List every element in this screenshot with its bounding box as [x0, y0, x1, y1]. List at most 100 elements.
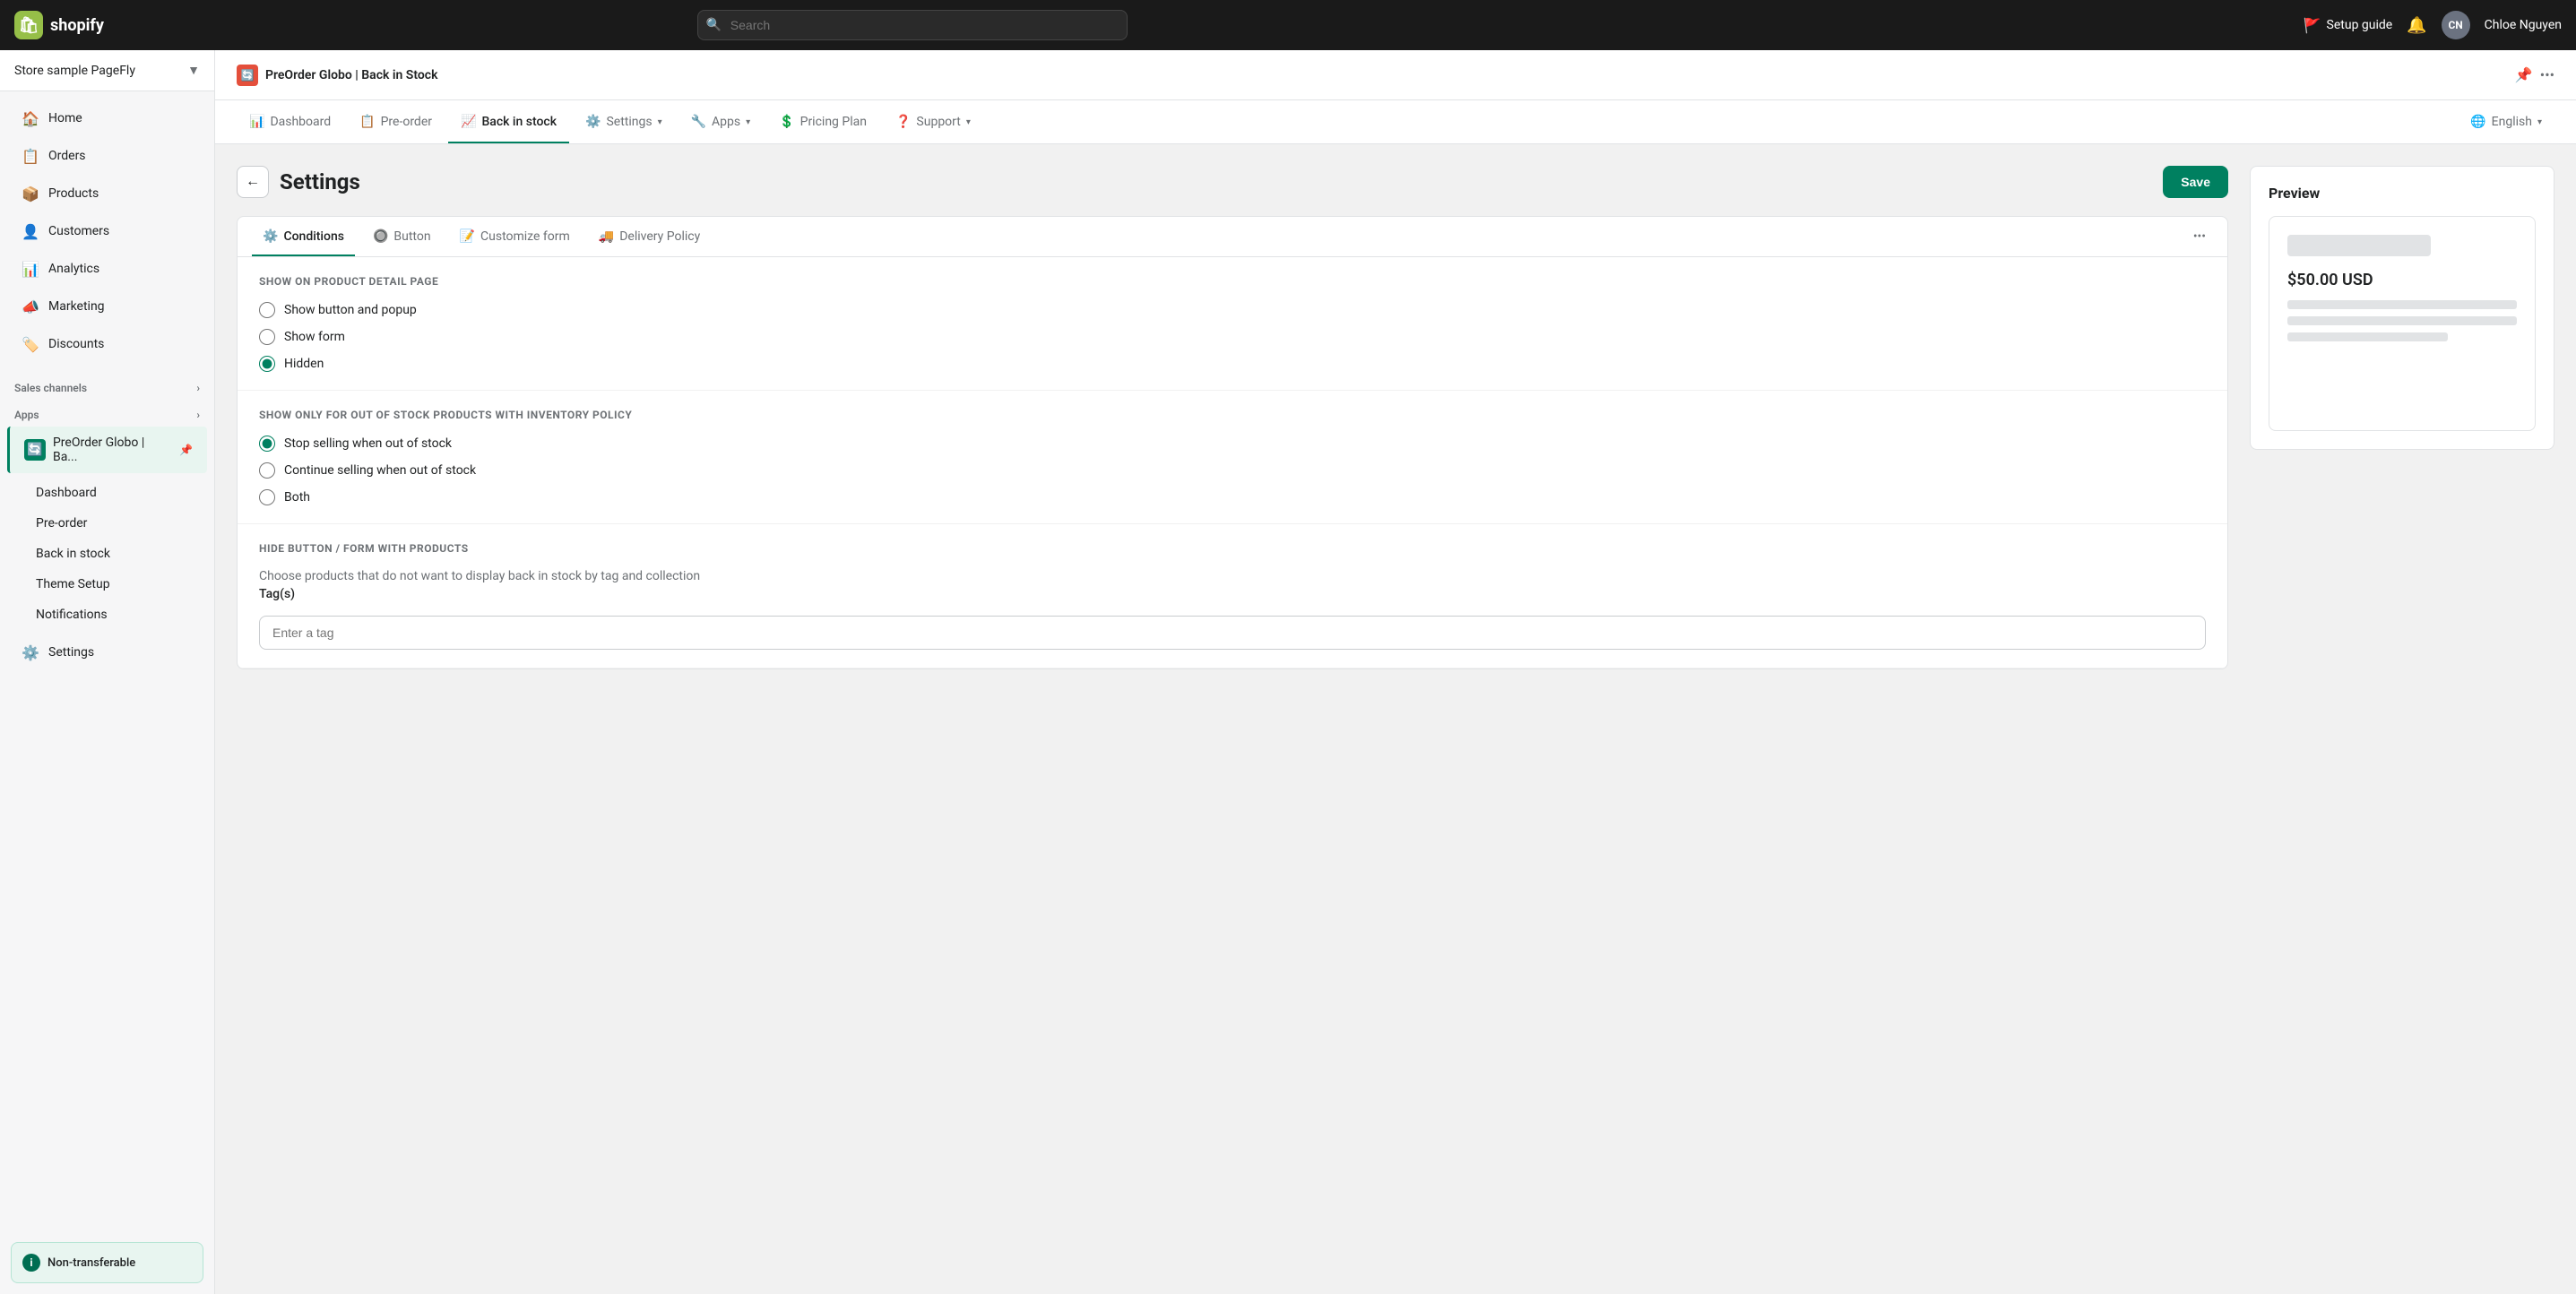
tab-settings-label: Settings [606, 115, 652, 129]
shopify-logo[interactable]: 🛍 shopify [14, 11, 104, 39]
flag-icon: 🚩 [2304, 17, 2321, 34]
home-icon: 🏠 [22, 109, 39, 127]
settings-card-tabs: ⚙️ Conditions 🔘 Button 📝 Customize form [238, 217, 2227, 257]
support-tab-icon: ❓ [895, 115, 911, 129]
non-transferable-text: Non-transferable [48, 1256, 135, 1270]
button-tab-label: Button [393, 229, 430, 244]
back-button[interactable]: ← [237, 166, 269, 198]
sidebar-item-marketing[interactable]: 📣 Marketing [7, 289, 207, 324]
orders-icon: 📋 [22, 147, 39, 165]
preorder-tab-icon: 📋 [359, 115, 375, 129]
radio-hidden[interactable]: Hidden [259, 356, 2206, 372]
radio-show-form[interactable]: Show form [259, 329, 2206, 345]
card-tab-customize-form[interactable]: 📝 Customize form [449, 217, 581, 256]
preview-price: $50.00 USD [2287, 271, 2517, 289]
apps-tab-icon: 🔧 [691, 115, 706, 129]
app-title: PreOrder Globo | Back in Stock [265, 68, 438, 82]
sidebar-item-analytics[interactable]: 📊 Analytics [7, 251, 207, 287]
preview-product-box: $50.00 USD [2269, 216, 2536, 431]
hide-button-section: HIDE BUTTON / FORM WITH PRODUCTS Choose … [238, 524, 2227, 669]
sidebar-item-discounts[interactable]: 🏷️ Discounts [7, 326, 207, 362]
support-dropdown-icon: ▾ [966, 117, 971, 127]
setup-guide-button[interactable]: 🚩 Setup guide [2304, 17, 2393, 34]
notifications-button[interactable]: 🔔 [2407, 16, 2426, 35]
app-header-left: 🔄 PreOrder Globo | Back in Stock [237, 65, 438, 86]
radio-show-button-popup[interactable]: Show button and popup [259, 302, 2206, 318]
radio-stop-selling-label: Stop selling when out of stock [284, 436, 452, 451]
radio-both[interactable]: Both [259, 489, 2206, 505]
analytics-icon: 📊 [22, 260, 39, 278]
english-dropdown-icon: ▾ [2537, 117, 2542, 127]
preview-panel: Preview $50.00 USD [2250, 166, 2554, 1272]
search-input[interactable] [697, 10, 1128, 40]
sidebar-item-label: Orders [48, 149, 86, 163]
preorder-globo-icon: 🔄 [24, 439, 46, 461]
sidebar-item-label: Products [48, 186, 99, 201]
sales-channels-label[interactable]: Sales channels › [0, 371, 214, 398]
more-tabs-button[interactable]: ••• [2186, 222, 2213, 251]
sidebar-item-products[interactable]: 📦 Products [7, 176, 207, 211]
sidebar-item-home[interactable]: 🏠 Home [7, 100, 207, 136]
radio-show-button-popup-label: Show button and popup [284, 303, 417, 317]
sidebar-item-preorder[interactable]: Pre-order [29, 509, 207, 538]
tab-english[interactable]: 🌐 English ▾ [2458, 100, 2554, 143]
card-tab-delivery-policy[interactable]: 🚚 Delivery Policy [588, 217, 711, 256]
shopify-logo-icon: 🛍 [14, 11, 43, 39]
radio-hidden-input[interactable] [259, 356, 275, 372]
main-nav: 🏠 Home 📋 Orders 📦 Products 👤 Customers 📊… [0, 91, 214, 371]
radio-both-input[interactable] [259, 489, 275, 505]
tag-input[interactable] [259, 616, 2206, 650]
radio-stop-selling-input[interactable] [259, 436, 275, 452]
settings-tab-icon: ⚙️ [585, 115, 601, 129]
topbar-right: 🚩 Setup guide 🔔 CN Chloe Nguyen [2304, 11, 2562, 39]
sidebar-item-label: Home [48, 111, 82, 125]
radio-show-button-popup-input[interactable] [259, 302, 275, 318]
tab-preorder[interactable]: 📋 Pre-order [347, 100, 445, 143]
sidebar-item-label: Discounts [48, 337, 104, 351]
tab-support-label: Support [916, 115, 960, 129]
tab-dashboard[interactable]: 📊 Dashboard [237, 100, 343, 143]
more-button[interactable]: ••• [2540, 66, 2554, 83]
card-tab-conditions[interactable]: ⚙️ Conditions [252, 217, 355, 256]
customize-form-tab-label: Customize form [480, 229, 570, 244]
user-name: Chloe Nguyen [2485, 18, 2562, 32]
sidebar-item-themesetup[interactable]: Theme Setup [29, 570, 207, 599]
radio-show-form-input[interactable] [259, 329, 275, 345]
backinstock-tab-icon: 📈 [461, 115, 476, 129]
non-transferable-badge: i Non-transferable [11, 1242, 203, 1283]
sidebar-item-customers[interactable]: 👤 Customers [7, 213, 207, 249]
tab-pricing[interactable]: 💲 Pricing Plan [766, 100, 879, 143]
sidebar-item-orders[interactable]: 📋 Orders [7, 138, 207, 174]
preview-line-2 [2287, 316, 2517, 325]
app-header-right: 📌 ••• [2515, 66, 2554, 83]
radio-continue-selling[interactable]: Continue selling when out of stock [259, 462, 2206, 479]
customize-form-tab-icon: 📝 [460, 229, 475, 244]
preview-line-1 [2287, 300, 2517, 309]
card-tab-button[interactable]: 🔘 Button [362, 217, 442, 256]
preorder-globo-label: PreOrder Globo | Ba... [53, 436, 172, 464]
pricing-tab-icon: 💲 [779, 115, 794, 129]
tab-support[interactable]: ❓ Support ▾ [883, 100, 983, 143]
tab-apps[interactable]: 🔧 Apps ▾ [679, 100, 764, 143]
sidebar-item-settings[interactable]: ⚙️ Settings [7, 634, 207, 670]
tab-settings[interactable]: ⚙️ Settings ▾ [573, 100, 675, 143]
save-button[interactable]: Save [2163, 166, 2228, 198]
store-selector[interactable]: Store sample PageFly ▼ [0, 50, 214, 91]
sidebar-item-dashboard[interactable]: Dashboard [29, 479, 207, 507]
sidebar-item-backinstock[interactable]: Back in stock [29, 539, 207, 568]
marketing-icon: 📣 [22, 298, 39, 315]
page-title: Settings [280, 169, 2152, 194]
settings-icon: ⚙️ [22, 643, 39, 661]
radio-stop-selling[interactable]: Stop selling when out of stock [259, 436, 2206, 452]
sidebar-item-preorder-globo[interactable]: 🔄 PreOrder Globo | Ba... 📌 [7, 427, 207, 473]
apps-section-label[interactable]: Apps › [0, 398, 214, 425]
tab-english-label: English [2492, 115, 2532, 129]
apps-dropdown-icon: ▾ [746, 117, 750, 127]
tab-backinstock-label: Back in stock [481, 115, 557, 129]
pin-button[interactable]: 📌 [2515, 66, 2533, 83]
tab-pricing-label: Pricing Plan [800, 115, 867, 129]
avatar[interactable]: CN [2442, 11, 2470, 39]
sidebar-item-notifications[interactable]: Notifications [29, 600, 207, 629]
tab-backinstock[interactable]: 📈 Back in stock [448, 100, 569, 143]
radio-continue-selling-input[interactable] [259, 462, 275, 479]
